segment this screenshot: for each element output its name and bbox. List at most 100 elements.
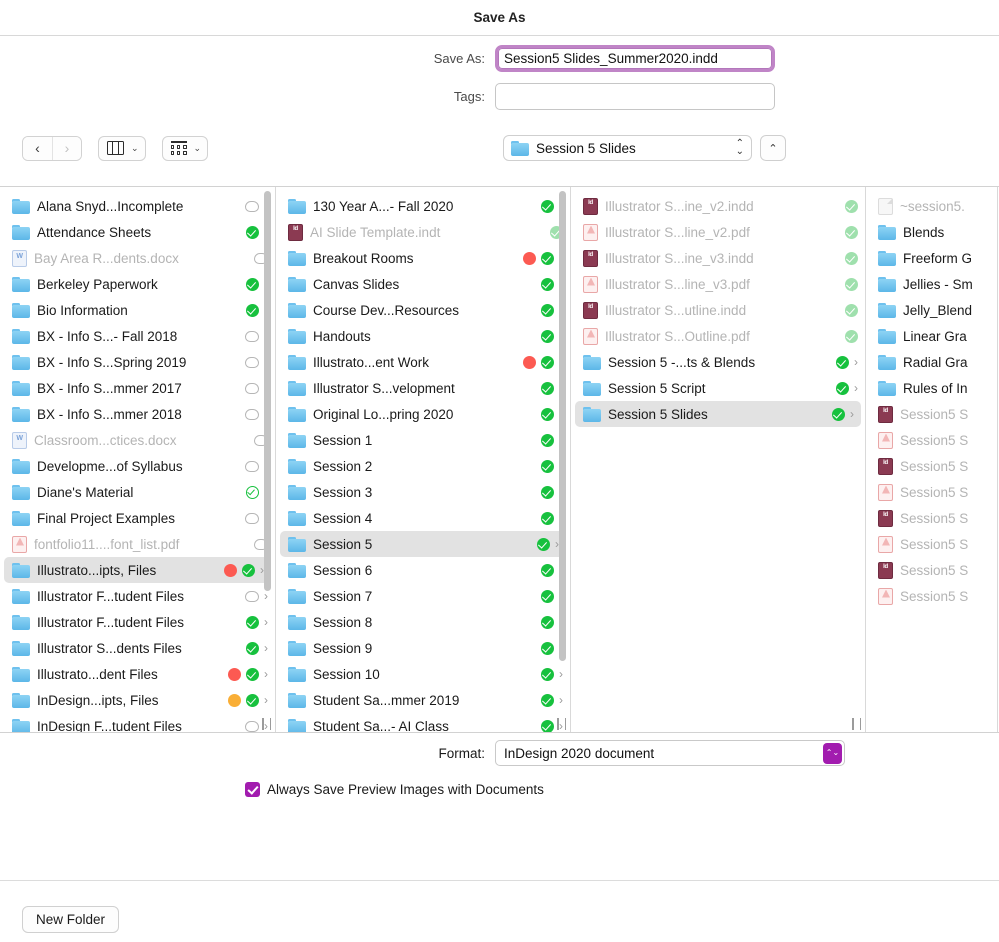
disclosure-chevron-icon[interactable]: › [850,407,854,421]
disclosure-chevron-icon[interactable]: › [264,641,268,655]
go-up-button[interactable]: ⌃ [760,135,786,161]
file-row[interactable]: 130 Year A...- Fall 2020› [276,193,570,219]
file-row[interactable]: Alana Snyd...Incomplete› [0,193,275,219]
file-row[interactable]: Session5 S [866,453,997,479]
preview-images-checkbox[interactable] [245,782,260,797]
file-row[interactable]: Illustrator S...dents Files › [0,635,275,661]
disclosure-chevron-icon[interactable]: › [264,693,268,707]
file-row[interactable]: Session 5 -...ts & Blends › [571,349,865,375]
preview-images-checkbox-row[interactable]: Always Save Preview Images with Document… [0,766,999,797]
file-row[interactable]: Illustrator S...velopment› [276,375,570,401]
column-scrollbar[interactable] [559,191,566,661]
file-row[interactable]: Illustrator F...tudent Files › [0,609,275,635]
new-folder-button[interactable]: New Folder [22,906,120,933]
disclosure-chevron-icon[interactable]: › [264,667,268,681]
file-row[interactable]: Session 4› [276,505,570,531]
folder-icon [12,354,30,370]
file-row[interactable]: Session 7› [276,583,570,609]
format-select[interactable]: InDesign 2020 document ⌃⌄ [495,740,845,766]
file-row-label: Alana Snyd...Incomplete [37,198,184,214]
file-row[interactable]: BX - Info S...- Fall 2018› [0,323,275,349]
disclosure-chevron-icon[interactable]: › [264,615,268,629]
current-folder-popup[interactable]: Session 5 Slides ⌃ ⌄ [503,135,752,161]
file-row[interactable]: Session 2› [276,453,570,479]
disclosure-chevron-icon[interactable]: › [854,381,858,395]
file-row-badges: › [832,407,854,421]
file-row[interactable]: Session 1› [276,427,570,453]
file-row[interactable]: Session 9› [276,635,570,661]
file-row[interactable]: Course Dev...Resources› [276,297,570,323]
file-row[interactable]: Session 10 › [276,661,570,687]
file-row[interactable]: Classroom...ctices.docx [0,427,275,453]
file-row[interactable]: Illustrato...ent Work › [276,349,570,375]
file-row-selected[interactable]: Session 5 Slides › [575,401,861,427]
file-row[interactable]: Berkeley Paperwork› [0,271,275,297]
column-resize-handle[interactable] [557,718,566,730]
file-row[interactable]: BX - Info S...Spring 2019› [0,349,275,375]
file-row[interactable]: Session 3› [276,479,570,505]
file-row[interactable]: Final Project Examples› [0,505,275,531]
synced-check-icon [845,225,858,239]
file-row[interactable]: Session 6› [276,557,570,583]
disclosure-chevron-icon[interactable]: › [264,589,268,603]
file-row[interactable]: Session 8› [276,609,570,635]
file-row[interactable]: Session5 S [866,583,997,609]
disclosure-chevron-icon[interactable]: › [559,667,563,681]
file-row[interactable]: Bay Area R...dents.docx [0,245,275,271]
file-row[interactable]: Linear Gra [866,323,997,349]
column-scrollbar[interactable] [264,191,271,591]
file-row[interactable]: Illustrator S...line_v3.pdf [571,271,865,297]
file-row[interactable]: ~session5. [866,193,997,219]
file-row[interactable]: Session5 S [866,557,997,583]
file-row[interactable]: Session5 S [866,505,997,531]
file-row[interactable]: Canvas Slides› [276,271,570,297]
group-by-button[interactable]: ⌄ [161,135,209,161]
folder-icon [12,380,30,396]
file-row[interactable]: Original Lo...pring 2020› [276,401,570,427]
file-row[interactable]: InDesign...ipts, Files › [0,687,275,713]
file-row[interactable]: Illustrator S...ine_v2.indd [571,193,865,219]
file-row[interactable]: AI Slide Template.indt [276,219,570,245]
file-row[interactable]: Illustrato...dent Files › [0,661,275,687]
view-mode-button[interactable]: ⌄ [98,135,146,161]
file-row[interactable]: Diane's Material› [0,479,275,505]
file-row[interactable]: Session5 S [866,531,997,557]
file-row[interactable]: Blends [866,219,997,245]
back-icon[interactable]: ‹ [23,136,52,160]
file-row[interactable]: fontfolio11....font_list.pdf [0,531,275,557]
file-row[interactable]: Session 5 Script › [571,375,865,401]
file-row[interactable]: Radial Gra [866,349,997,375]
file-row[interactable]: BX - Info S...mmer 2017› [0,375,275,401]
file-row-selected[interactable]: Session 5 › [280,531,566,557]
file-row[interactable]: Jelly_Blend [866,297,997,323]
forward-icon[interactable]: › [52,136,81,160]
file-row[interactable]: Session5 S [866,427,997,453]
cloud-icon [245,590,259,602]
file-row[interactable]: Student Sa...- AI Class › [276,713,570,732]
column-resize-handle[interactable] [262,718,271,730]
file-row[interactable]: Bio Information› [0,297,275,323]
file-row[interactable]: BX - Info S...mmer 2018› [0,401,275,427]
file-row[interactable]: Illustrator S...line_v2.pdf [571,219,865,245]
disclosure-chevron-icon[interactable]: › [559,693,563,707]
file-row[interactable]: Jellies - Sm [866,271,997,297]
file-row[interactable]: InDesign F...tudent Files › [0,713,275,732]
file-row[interactable]: Illustrator S...utline.indd [571,297,865,323]
file-row[interactable]: Breakout Rooms › [276,245,570,271]
file-row[interactable]: Illustrator S...ine_v3.indd [571,245,865,271]
file-row[interactable]: Handouts› [276,323,570,349]
file-row[interactable]: Freeform G [866,245,997,271]
file-row[interactable]: Illustrator F...tudent Files › [0,583,275,609]
file-row[interactable]: Session5 S [866,401,997,427]
file-row[interactable]: Attendance Sheets› [0,219,275,245]
file-row[interactable]: Illustrator S...Outline.pdf [571,323,865,349]
column-resize-handle[interactable] [852,718,861,730]
tags-input[interactable] [495,83,775,110]
file-row[interactable]: Developme...of Syllabus› [0,453,275,479]
file-row-selected[interactable]: Illustrato...ipts, Files › [4,557,271,583]
file-row[interactable]: Student Sa...mmer 2019 › [276,687,570,713]
file-row[interactable]: Session5 S [866,479,997,505]
file-row[interactable]: Rules of In [866,375,997,401]
disclosure-chevron-icon[interactable]: › [854,355,858,369]
save-as-input[interactable]: Session5 Slides_Summer2020.indd [495,45,775,72]
